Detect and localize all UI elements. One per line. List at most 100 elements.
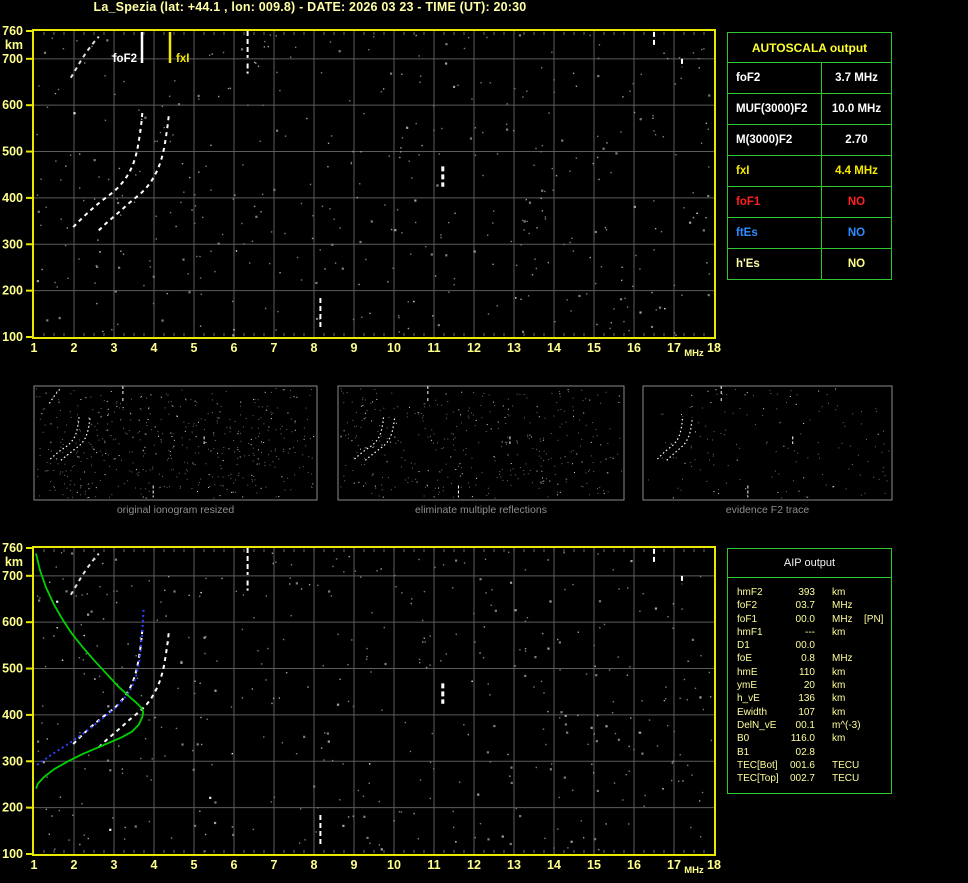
x-tick-label: 7 — [271, 858, 278, 872]
x-tick-label: 10 — [387, 341, 401, 355]
series-second-hop-multiple-trace — [69, 552, 100, 596]
x-tick-label: 12 — [467, 341, 481, 355]
x-tick-label: 15 — [587, 341, 601, 355]
autoscala-row-fof2: foF2 3.7 MHz — [728, 63, 891, 94]
aip-value: 002.7 — [789, 773, 815, 785]
top_ionogram-plot — [26, 29, 716, 339]
aip-label: hmE — [737, 666, 758, 678]
y-tick-label: 300 — [2, 754, 23, 768]
x-tick-label: 7 — [271, 341, 278, 355]
y-tick-label: 500 — [2, 662, 23, 676]
y-tick-label: 300 — [2, 237, 23, 251]
y-tick-label: 600 — [2, 98, 23, 112]
foF2-marker-label: foF2 — [113, 53, 137, 65]
aip-value: 20 — [803, 680, 815, 692]
aip-label: foE — [737, 653, 753, 665]
aip-row-yme: ymE 20 km — [728, 680, 891, 693]
aip-value: 110 — [799, 666, 815, 678]
aip-unit: km — [832, 693, 846, 705]
x-axis-unit-label: MHz — [684, 348, 704, 359]
series-rfi-vertical-lines — [246, 31, 683, 331]
aip-row-b0: B0 116.0 km — [728, 733, 891, 746]
aip-table-header: AIP output — [728, 549, 891, 578]
parameter-label: ftEs — [728, 218, 822, 248]
x-tick-label: 14 — [547, 341, 561, 355]
x-tick-label: 4 — [151, 858, 158, 872]
aip-row-hme: hmE 110 km — [728, 667, 891, 680]
aip-unit: km — [832, 733, 846, 745]
y-tick-label: 500 — [2, 145, 23, 159]
aip-value: 02.8 — [795, 746, 815, 758]
thumbnail-evidence-f2-trace — [642, 385, 893, 501]
aip-value: 393 — [798, 587, 815, 598]
thumbnail-eliminate-reflections-caption: eliminate multiple reflections — [415, 504, 547, 516]
y-axis-unit-label: km — [5, 555, 23, 569]
y-axis-unit-label: km — [5, 38, 23, 52]
series-electron-density-profile — [35, 553, 145, 789]
x-tick-label: 1 — [31, 341, 38, 355]
autoscala-row-hes: h'Es NO — [728, 249, 891, 279]
y-tick-label: 700 — [2, 569, 23, 583]
aip-row-tectop: TEC[Top] 002.7 TECU — [728, 773, 891, 786]
x-tick-label: 10 — [387, 858, 401, 872]
autoscala-row-ftes: ftEs NO — [728, 218, 891, 249]
aip-label: D1 — [737, 640, 750, 652]
aip-row-hve: h_vE 136 km — [728, 693, 891, 706]
aip-unit: km — [832, 626, 846, 638]
parameter-value: NO — [847, 258, 866, 270]
y-tick-label: 200 — [2, 801, 23, 815]
x-tick-label: 12 — [467, 858, 481, 872]
aip-row-fof1: foF1 00.0 MHz [PN] — [728, 614, 891, 627]
aip-value: 00.0 — [795, 613, 815, 625]
x-tick-label: 3 — [111, 341, 118, 355]
x-tick-label: 16 — [627, 341, 641, 355]
x-tick-label: 5 — [191, 858, 198, 872]
y-tick-label: 600 — [2, 615, 23, 629]
x-tick-label: 17 — [667, 341, 681, 355]
x-axis-unit-label: MHz — [684, 865, 704, 876]
autoscala-row-fxi: fxI 4.4 MHz — [728, 156, 891, 187]
x-tick-label: 3 — [111, 858, 118, 872]
x-tick-label: 16 — [627, 858, 641, 872]
y-tick-label: 700 — [2, 52, 23, 66]
aip-row-tecbot: TEC[Bot] 001.6 TECU — [728, 760, 891, 773]
series-rfi-vertical-lines — [246, 548, 683, 848]
x-tick-label: 14 — [547, 858, 561, 872]
x-tick-label: 17 — [667, 858, 681, 872]
x-tick-label: 15 — [587, 858, 601, 872]
aip-label: B1 — [737, 746, 750, 758]
parameter-value: 4.4 MHz — [835, 165, 878, 177]
y-tick-label: 400 — [2, 708, 23, 722]
page-title: La_Spezia (lat: +44.1 , lon: 009.8) - DA… — [93, 0, 527, 14]
aip-unit: km — [832, 666, 846, 678]
autoscala-row-muf3000f2: MUF(3000)F2 10.0 MHz — [728, 94, 891, 125]
x-tick-label: 11 — [427, 858, 440, 872]
aip-table: AIP output hmF2 393 km foF2 03.7 MHz foF1 00.0 M… — [727, 548, 892, 794]
x-tick-label: 11 — [427, 341, 440, 355]
aip-label: ymE — [737, 680, 757, 692]
aip-unit: TECU — [832, 773, 860, 785]
parameter-value: NO — [847, 196, 866, 208]
y-tick-label: 100 — [2, 847, 23, 861]
aip-row-hmf2: hmF2 393 km — [728, 587, 891, 600]
parameter-label: foF2 — [728, 63, 822, 93]
aip-unit: MHz — [832, 600, 853, 612]
thumbnail-original-ionogram-caption: original ionogram resized — [116, 504, 235, 516]
fxI-marker-label: fxI — [176, 53, 189, 65]
series-F2-o-mode-echo-trace — [72, 629, 144, 745]
aip-row-foe: foE 0.8 MHz — [728, 653, 891, 666]
aip-row-d1: D1 00.0 — [728, 640, 891, 653]
x-tick-label: 9 — [351, 858, 358, 872]
parameter-label: h'Es — [728, 249, 822, 279]
aip-unit: MHz — [832, 613, 853, 625]
x-tick-label: 9 — [351, 341, 358, 355]
autoscala-table: AUTOSCALA output foF2 3.7 MHz MUF(3000)F2 1… — [727, 32, 892, 280]
parameter-label: M(3000)F2 — [728, 125, 822, 155]
x-tick-label: 2 — [71, 341, 78, 355]
aip-label: foF2 — [737, 600, 758, 612]
autoscala-table-header: AUTOSCALA output — [728, 33, 891, 63]
autoscala-row-fof1: foF1 NO — [728, 187, 891, 218]
aip-row-ewidth: Ewidth 107 km — [728, 707, 891, 720]
aip-label: Ewidth — [737, 706, 768, 718]
x-tick-label: 5 — [191, 341, 198, 355]
